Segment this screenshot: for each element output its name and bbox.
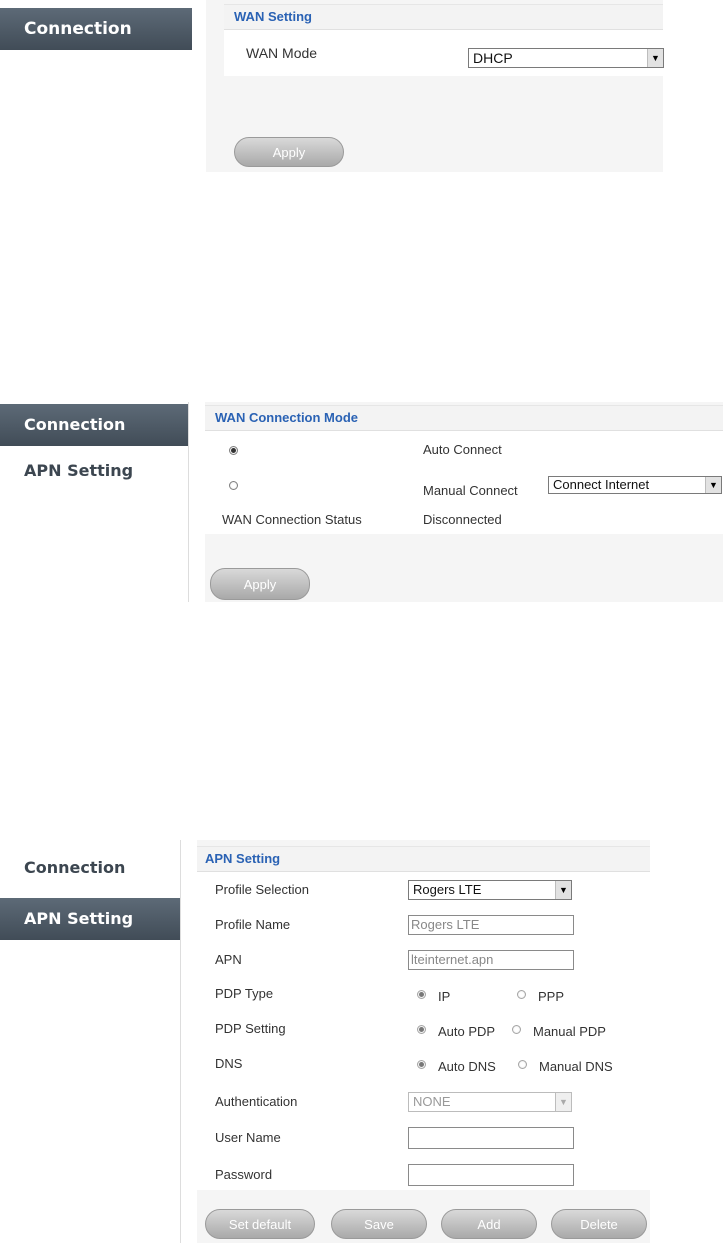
section-title: WAN Setting [224, 4, 663, 30]
password-input[interactable] [408, 1164, 574, 1186]
manual-dns-radio[interactable] [518, 1060, 527, 1069]
sidebar-item-apn-setting[interactable]: APN Setting [0, 450, 188, 492]
auto-connect-label: Auto Connect [423, 442, 502, 457]
apply-button[interactable]: Apply [234, 137, 344, 167]
save-button[interactable]: Save [331, 1209, 427, 1239]
sidebar: Connection APN Setting [0, 840, 181, 1243]
manual-connect-radio[interactable] [229, 481, 238, 490]
authentication-label: Authentication [215, 1094, 298, 1109]
main-content: WAN Connection Mode Auto Connect Manual … [205, 402, 723, 602]
sidebar: Connection [0, 0, 206, 175]
chevron-down-icon: ▼ [555, 1093, 571, 1111]
auto-pdp-label: Auto PDP [438, 1024, 496, 1039]
pdp-setting-label: PDP Setting [215, 1021, 286, 1036]
authentication-select[interactable]: NONE ▼ [408, 1092, 572, 1112]
auto-pdp-radio[interactable] [417, 1025, 426, 1034]
pdp-type-ppp-radio[interactable] [517, 990, 526, 999]
form-area: Auto Connect Manual Connect Connect Inte… [205, 431, 723, 534]
connect-mode-select[interactable]: Connect Internet ▼ [548, 476, 722, 494]
apply-button[interactable]: Apply [210, 568, 310, 600]
pdp-type-label: PDP Type [215, 986, 274, 1001]
wan-mode-value: DHCP [473, 50, 513, 66]
add-button[interactable]: Add [441, 1209, 537, 1239]
delete-button[interactable]: Delete [551, 1209, 647, 1239]
manual-pdp-radio[interactable] [512, 1025, 521, 1034]
authentication-value: NONE [413, 1094, 451, 1109]
sidebar: Connection APN Setting [0, 402, 189, 602]
panel-apn-setting: Connection APN Setting APN Setting Profi… [0, 840, 723, 1243]
chevron-down-icon: ▼ [555, 881, 571, 899]
profile-selection-label: Profile Selection [215, 882, 309, 897]
dns-label: DNS [215, 1056, 243, 1071]
wan-mode-label: WAN Mode [246, 45, 318, 61]
main-content: APN Setting Profile Selection Rogers LTE… [197, 840, 650, 1243]
wan-connection-status-value: Disconnected [423, 512, 502, 527]
wan-connection-status-label: WAN Connection Status [222, 512, 362, 527]
profile-name-label: Profile Name [215, 917, 291, 932]
user-name-input[interactable] [408, 1127, 574, 1149]
apn-input[interactable]: lteinternet.apn [408, 950, 574, 970]
chevron-down-icon: ▼ [705, 477, 721, 493]
set-default-button[interactable]: Set default [205, 1209, 315, 1239]
manual-pdp-label: Manual PDP [533, 1024, 606, 1039]
user-name-label: User Name [215, 1130, 281, 1145]
auto-connect-radio[interactable] [229, 446, 238, 455]
sidebar-item-connection[interactable]: Connection [0, 8, 192, 50]
panel-wan-setting: Connection WAN Setting WAN Mode DHCP ▼ A… [0, 0, 723, 175]
pdp-type-ip-radio[interactable] [417, 990, 426, 999]
auto-dns-label: Auto DNS [438, 1059, 496, 1074]
panel-wan-connection-mode: Connection APN Setting WAN Connection Mo… [0, 402, 723, 602]
pdp-type-ip-label: IP [438, 989, 451, 1004]
connect-mode-value: Connect Internet [553, 477, 650, 492]
auto-dns-radio[interactable] [417, 1060, 426, 1069]
profile-selection-select[interactable]: Rogers LTE ▼ [408, 880, 572, 900]
pdp-type-ppp-label: PPP [538, 989, 565, 1004]
sidebar-item-connection[interactable]: Connection [0, 404, 188, 446]
profile-selection-value: Rogers LTE [413, 882, 482, 897]
sidebar-item-connection[interactable]: Connection [0, 847, 180, 889]
apn-form: Profile Selection Rogers LTE ▼ Profile N… [197, 872, 650, 1190]
manual-dns-label: Manual DNS [539, 1059, 613, 1074]
chevron-down-icon: ▼ [647, 49, 663, 67]
section-title: WAN Connection Mode [205, 405, 723, 431]
manual-connect-label: Manual Connect [423, 483, 518, 498]
password-label: Password [215, 1167, 273, 1182]
profile-name-input[interactable]: Rogers LTE [408, 915, 574, 935]
section-title: APN Setting [197, 846, 650, 872]
main-content: WAN Setting WAN Mode DHCP ▼ Apply [206, 0, 664, 172]
form-area: WAN Mode DHCP ▼ [224, 30, 664, 76]
apn-label: APN [215, 952, 242, 967]
sidebar-item-apn-setting[interactable]: APN Setting [0, 898, 180, 940]
wan-mode-select[interactable]: DHCP ▼ [468, 48, 664, 68]
